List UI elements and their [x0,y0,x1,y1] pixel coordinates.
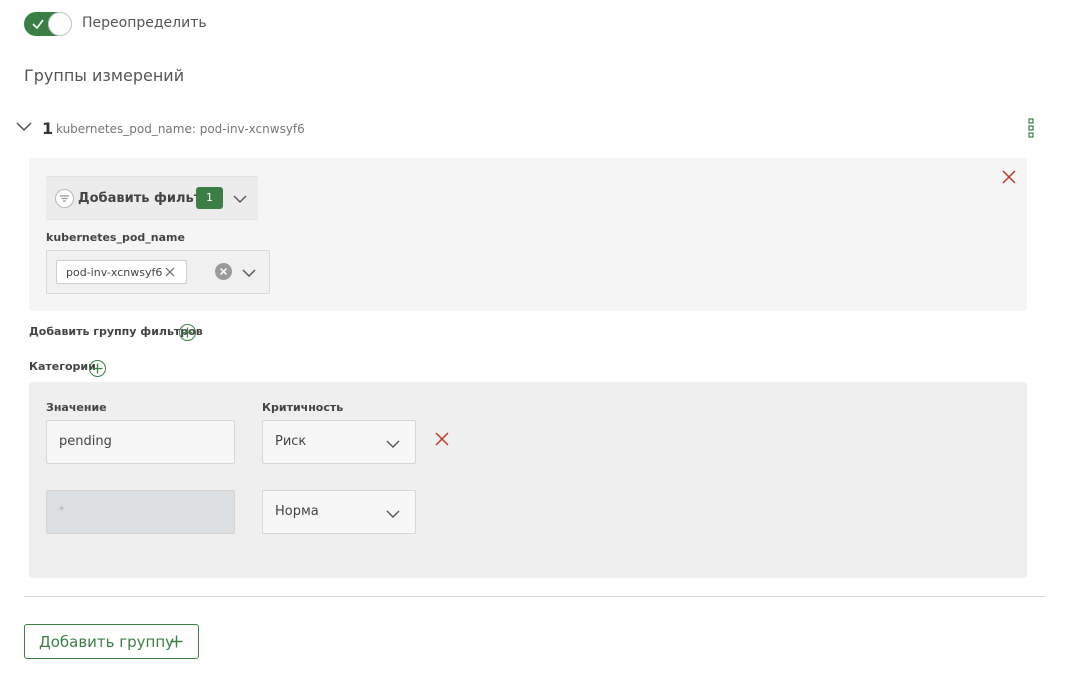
group-subtitle: kubernetes_pod_name: pod-inv-xcnwsyf6 [56,122,305,136]
criticality-select[interactable]: Норма [262,490,416,534]
criticality-value: Норма [275,504,319,519]
plus-icon[interactable] [89,360,106,377]
close-icon[interactable] [1002,170,1016,184]
kebab-menu-icon[interactable] [1026,118,1036,138]
category-value-input[interactable]: pending [46,420,235,464]
add-group-button[interactable]: Добавить группу [24,624,199,659]
filter-value-select[interactable]: pod-inv-xcnwsyf6 [46,250,270,294]
toggle-knob [49,13,71,35]
plus-icon[interactable] [179,324,196,341]
chevron-down-icon[interactable] [241,265,257,281]
add-filter-group-label[interactable]: Добавить группу фильтров [29,325,203,338]
divider [24,596,1045,597]
plus-icon [170,635,183,648]
group-number: 1 [42,119,54,138]
clear-icon[interactable] [215,263,232,280]
filter-count-badge: 1 [196,187,223,209]
chevron-down-icon[interactable] [15,118,33,136]
close-icon[interactable] [435,432,449,446]
category-value-input-default: * [46,490,235,534]
chevron-down-icon[interactable] [232,191,248,207]
criticality-select[interactable]: Риск [262,420,416,464]
filter-icon [55,189,74,208]
categories-label: Категории [29,360,96,373]
criticality-value: Риск [275,434,307,449]
categories-panel [29,382,1027,578]
override-toggle[interactable] [24,12,72,36]
chevron-down-icon [386,510,400,518]
value-header: Значение [46,401,107,414]
criticality-header: Критичность [262,401,344,414]
section-title: Группы измерений [24,66,185,85]
override-label: Переопределить [82,15,207,31]
add-filter-label: Добавить фильтр [78,191,211,206]
add-filter-bar[interactable]: Добавить фильтр 1 [46,176,258,220]
add-group-label: Добавить группу [39,633,175,651]
check-icon [32,19,44,30]
filter-field-label: kubernetes_pod_name [46,231,185,244]
chevron-down-icon [386,440,400,448]
close-icon[interactable] [165,267,175,277]
selected-tag: pod-inv-xcnwsyf6 [56,260,187,284]
tag-label: pod-inv-xcnwsyf6 [66,266,163,279]
